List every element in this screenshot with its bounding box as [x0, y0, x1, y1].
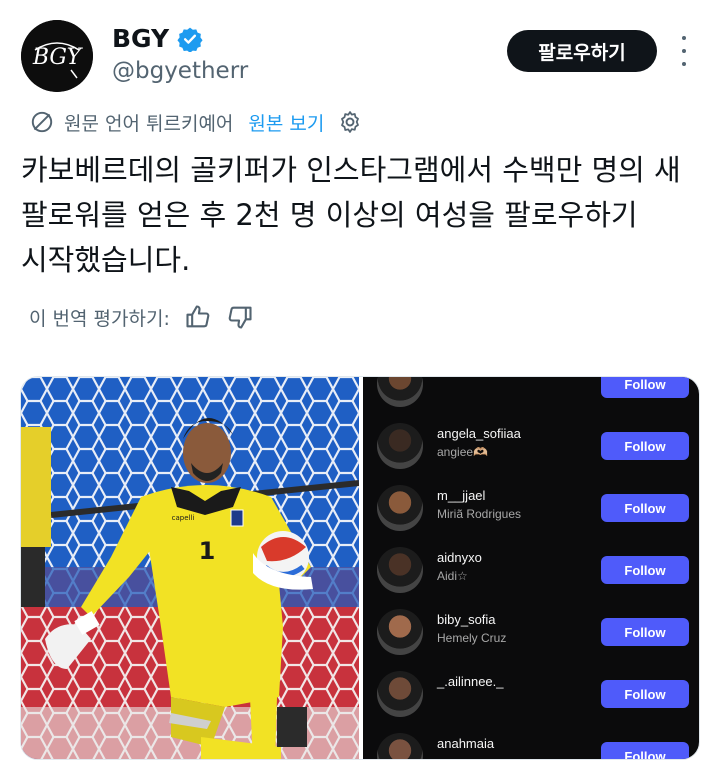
rate-translation-bar: 이 번역 평가하기: — [29, 300, 254, 334]
show-original-link[interactable]: 원본 보기 — [248, 109, 324, 136]
instagram-follow-button[interactable]: Follow — [601, 432, 689, 460]
jersey-sponsor: capelli — [172, 514, 195, 522]
instagram-follow-button[interactable]: Follow — [601, 680, 689, 708]
instagram-username[interactable]: aidnyxo — [437, 550, 482, 565]
translate-icon — [31, 111, 53, 133]
instagram-avatar[interactable] — [377, 671, 423, 717]
rate-translation-label: 이 번역 평가하기: — [29, 307, 170, 330]
instagram-list-item: anahmaia Follow — [363, 725, 699, 759]
instagram-follow-button[interactable]: Follow — [601, 618, 689, 646]
instagram-follow-button[interactable]: Follow — [601, 742, 689, 759]
instagram-display-name: angiee🫶🏼 — [437, 445, 488, 459]
verified-badge-icon — [177, 27, 203, 52]
instagram-follow-button[interactable]: Follow — [601, 377, 689, 398]
instagram-follow-button[interactable]: Follow — [601, 494, 689, 522]
thumbs-up-icon[interactable] — [184, 303, 212, 331]
jersey-number: 1 — [199, 537, 216, 565]
instagram-follow-list: cocof16 Follow angela_sofiiaa angiee🫶🏼 Follo… — [363, 377, 699, 759]
instagram-username[interactable]: angela_sofiiaa — [437, 426, 521, 441]
instagram-avatar[interactable] — [377, 377, 423, 407]
instagram-avatar[interactable] — [377, 485, 423, 531]
instagram-username[interactable]: _.ailinnee._ — [437, 674, 504, 689]
instagram-list-item: biby_sofia Hemely Cruz Follow — [363, 601, 699, 663]
media-container[interactable]: 1 capelli cocof16Followangela_sofiiaaang… — [20, 376, 700, 760]
instagram-list-item: aidnyxo Aidi☆ Follow — [363, 539, 699, 601]
tweet-text: 카보베르데의 골키퍼가 인스타그램에서 수백만 명의 새 팔로워를 얻은 후 2… — [21, 153, 681, 277]
instagram-username[interactable]: biby_sofia — [437, 612, 496, 627]
instagram-avatar[interactable] — [377, 547, 423, 593]
goalkeeper-photo[interactable]: 1 capelli — [21, 377, 359, 760]
avatar[interactable]: BGY — [21, 20, 93, 92]
translation-bar: 원문 언어 튀르키예어 원본 보기 — [29, 105, 363, 139]
instagram-follow-button[interactable]: Follow — [601, 556, 689, 584]
author-handle[interactable]: @bgyetherr — [112, 58, 248, 84]
thumbs-down-icon[interactable] — [226, 303, 254, 331]
instagram-list-item: angela_sofiiaa angiee🫶🏼 Follow — [363, 415, 699, 477]
instagram-list-item: cocof16 Follow — [363, 377, 699, 415]
instagram-list-item: m__jjael Miriã Rodrigues Follow — [363, 477, 699, 539]
translation-language-label: 원문 언어 튀르키예어 — [64, 112, 234, 135]
bgy-logo-icon: BGY — [21, 20, 93, 92]
instagram-display-name: Miriã Rodrigues — [437, 507, 522, 521]
instagram-list-item: _.ailinnee._ Follow — [363, 663, 699, 725]
more-options-icon[interactable] — [676, 36, 692, 66]
author-name[interactable]: BGY — [112, 24, 169, 53]
instagram-avatar[interactable] — [377, 733, 423, 759]
gear-icon[interactable] — [337, 109, 363, 135]
instagram-username[interactable]: anahmaia — [437, 736, 494, 751]
instagram-username[interactable]: m__jjael — [437, 488, 485, 503]
follow-button[interactable]: 팔로우하기 — [507, 30, 657, 72]
instagram-avatar[interactable] — [377, 423, 423, 469]
instagram-display-name: Aidi☆ — [437, 569, 468, 583]
instagram-username[interactable]: cocof16 — [437, 377, 483, 379]
instagram-avatar[interactable] — [377, 609, 423, 655]
instagram-display-name: Hemely Cruz — [437, 631, 507, 645]
